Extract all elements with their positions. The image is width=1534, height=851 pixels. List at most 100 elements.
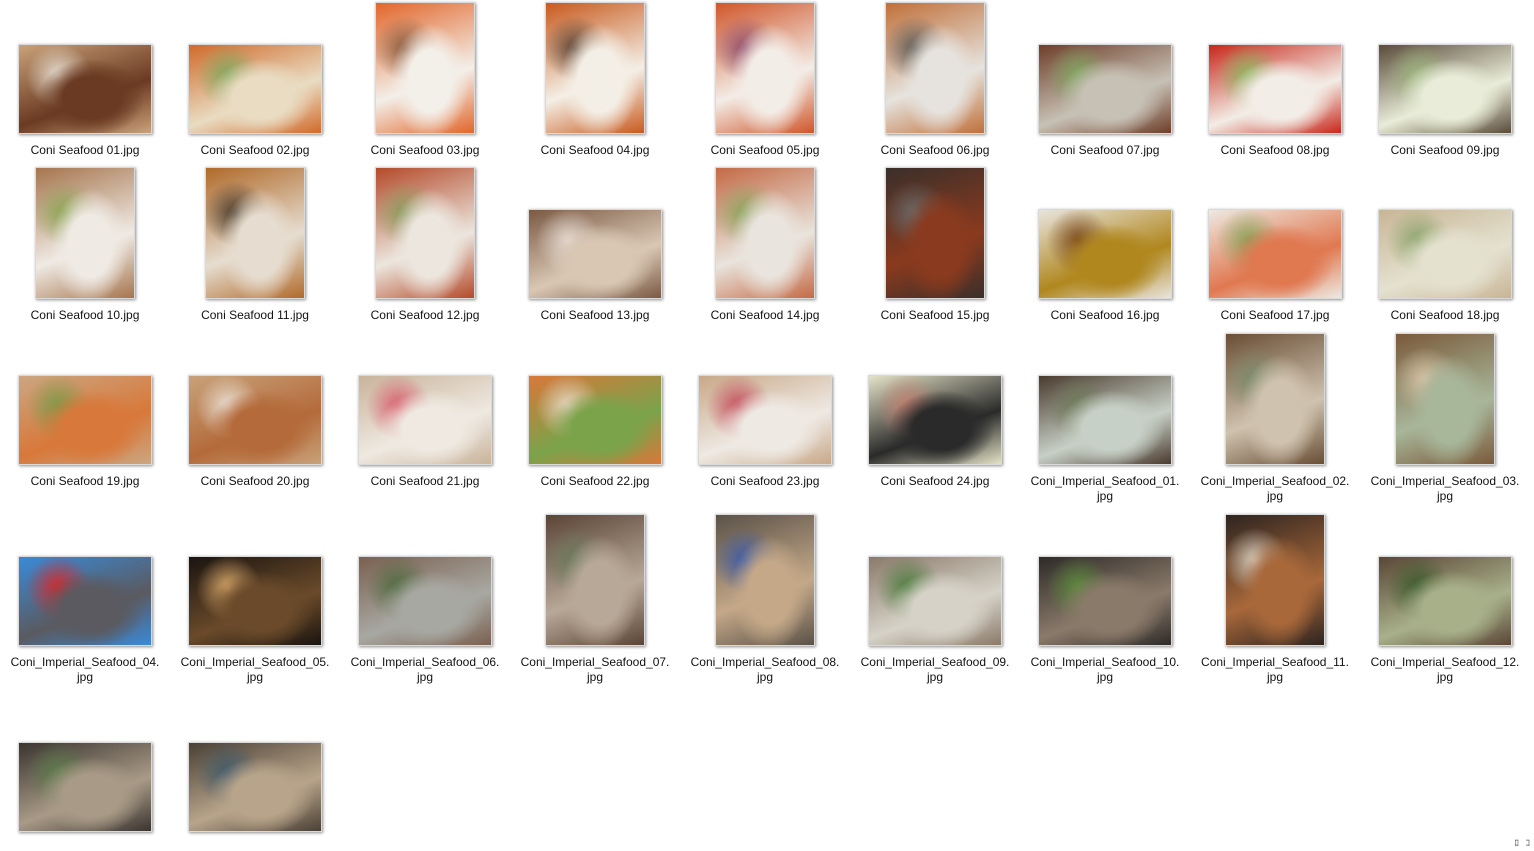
file-item[interactable]: Coni Seafood 19.jpg [10, 333, 160, 489]
file-item[interactable]: Coni Seafood 24.jpg [860, 333, 1010, 489]
file-item[interactable]: Coni_Imperial_Seafood_07.jpg [520, 514, 670, 685]
file-item[interactable]: Coni Seafood 09.jpg [1370, 2, 1520, 158]
image-thumbnail[interactable] [1378, 556, 1512, 646]
thumbnail-slot [180, 333, 330, 467]
image-thumbnail[interactable] [18, 375, 152, 465]
image-thumbnail[interactable] [1378, 209, 1512, 299]
file-item[interactable] [10, 700, 160, 834]
image-thumbnail[interactable] [528, 375, 662, 465]
file-item[interactable]: Coni_Imperial_Seafood_10.jpg [1030, 514, 1180, 685]
file-item[interactable]: Coni Seafood 11.jpg [180, 167, 330, 323]
image-thumbnail[interactable] [1038, 556, 1172, 646]
file-item[interactable]: Coni_Imperial_Seafood_06.jpg [350, 514, 500, 685]
image-thumbnail[interactable] [188, 556, 322, 646]
file-name-label: Coni_Imperial_Seafood_08.jpg [690, 655, 840, 684]
file-item[interactable]: Coni Seafood 20.jpg [180, 333, 330, 489]
file-item[interactable]: Coni_Imperial_Seafood_05.jpg [180, 514, 330, 685]
image-thumbnail[interactable] [1208, 44, 1342, 134]
image-thumbnail[interactable] [18, 556, 152, 646]
file-item[interactable]: Coni Seafood 22.jpg [520, 333, 670, 489]
file-item[interactable]: Coni Seafood 04.jpg [520, 2, 670, 158]
image-thumbnail[interactable] [885, 167, 985, 299]
file-name-label: Coni Seafood 03.jpg [370, 143, 480, 157]
image-thumbnail[interactable] [18, 742, 152, 832]
file-item[interactable]: Coni_Imperial_Seafood_02.jpg [1200, 333, 1350, 504]
file-item[interactable]: Coni Seafood 07.jpg [1030, 2, 1180, 158]
image-thumbnail[interactable] [1225, 333, 1325, 465]
file-item[interactable]: Coni_Imperial_Seafood_04.jpg [10, 514, 160, 685]
file-item[interactable]: Coni Seafood 12.jpg [350, 167, 500, 323]
file-item[interactable]: Coni_Imperial_Seafood_11.jpg [1200, 514, 1350, 685]
file-item[interactable]: Coni Seafood 10.jpg [10, 167, 160, 323]
image-thumbnail[interactable] [885, 2, 985, 134]
thumbnail-slot [1370, 514, 1520, 648]
thumbnail-slot [1370, 333, 1520, 467]
image-thumbnail[interactable] [188, 742, 322, 832]
thumbnail-slot [1200, 2, 1350, 136]
status-corner-indicator: ﾛ⠀ｺ [1514, 839, 1530, 849]
file-item[interactable]: Coni_Imperial_Seafood_09.jpg [860, 514, 1010, 685]
file-name-label: Coni Seafood 12.jpg [370, 308, 480, 322]
file-item[interactable]: Coni Seafood 02.jpg [180, 2, 330, 158]
file-icon-grid: Coni Seafood 01.jpg Coni Seafood 02.jpg Co… [0, 0, 1534, 851]
file-item[interactable]: Coni Seafood 18.jpg [1370, 167, 1520, 323]
thumbnail-slot [690, 514, 840, 648]
file-item[interactable]: Coni Seafood 17.jpg [1200, 167, 1350, 323]
file-item[interactable]: Coni Seafood 05.jpg [690, 2, 840, 158]
file-item[interactable]: Coni Seafood 13.jpg [520, 167, 670, 323]
file-item[interactable]: Coni_Imperial_Seafood_03.jpg [1370, 333, 1520, 504]
image-thumbnail[interactable] [715, 167, 815, 299]
image-thumbnail[interactable] [1208, 209, 1342, 299]
image-thumbnail[interactable] [358, 556, 492, 646]
image-thumbnail[interactable] [358, 375, 492, 465]
file-item[interactable]: Coni_Imperial_Seafood_12.jpg [1370, 514, 1520, 685]
image-thumbnail[interactable] [528, 209, 662, 299]
file-item[interactable]: Coni Seafood 03.jpg [350, 2, 500, 158]
image-thumbnail[interactable] [188, 44, 322, 134]
file-item[interactable]: Coni Seafood 06.jpg [860, 2, 1010, 158]
file-name-label: Coni Seafood 17.jpg [1220, 308, 1330, 322]
image-thumbnail[interactable] [1378, 44, 1512, 134]
image-thumbnail[interactable] [545, 514, 645, 646]
thumbnail-slot [1200, 333, 1350, 467]
image-thumbnail[interactable] [375, 167, 475, 299]
file-item[interactable]: Coni Seafood 16.jpg [1030, 167, 1180, 323]
image-thumbnail[interactable] [205, 167, 305, 299]
file-item[interactable]: Coni Seafood 21.jpg [350, 333, 500, 489]
file-item[interactable]: Coni_Imperial_Seafood_08.jpg [690, 514, 840, 685]
image-thumbnail[interactable] [868, 375, 1002, 465]
image-thumbnail[interactable] [1038, 209, 1172, 299]
image-thumbnail[interactable] [1395, 333, 1495, 465]
image-thumbnail[interactable] [1225, 514, 1325, 646]
file-name-label: Coni Seafood 02.jpg [200, 143, 310, 157]
image-thumbnail[interactable] [545, 2, 645, 134]
thumbnail-slot [860, 514, 1010, 648]
image-thumbnail[interactable] [35, 167, 135, 299]
file-item[interactable]: Coni_Imperial_Seafood_01.jpg [1030, 333, 1180, 504]
image-thumbnail[interactable] [375, 2, 475, 134]
image-thumbnail[interactable] [698, 375, 832, 465]
file-name-label: Coni_Imperial_Seafood_01.jpg [1030, 474, 1180, 503]
thumbnail-slot [1370, 2, 1520, 136]
image-thumbnail[interactable] [1038, 375, 1172, 465]
file-name-label: Coni Seafood 16.jpg [1050, 308, 1160, 322]
image-thumbnail[interactable] [188, 375, 322, 465]
file-name-label: Coni_Imperial_Seafood_12.jpg [1370, 655, 1520, 684]
file-item[interactable]: Coni Seafood 23.jpg [690, 333, 840, 489]
thumbnail-slot [1030, 2, 1180, 136]
thumbnail-slot [1030, 514, 1180, 648]
image-thumbnail[interactable] [715, 2, 815, 134]
file-item[interactable]: Coni Seafood 08.jpg [1200, 2, 1350, 158]
image-thumbnail[interactable] [715, 514, 815, 646]
file-item[interactable] [180, 700, 330, 834]
image-thumbnail[interactable] [1038, 44, 1172, 134]
file-name-label: Coni_Imperial_Seafood_11.jpg [1201, 655, 1349, 684]
file-item[interactable]: Coni Seafood 14.jpg [690, 167, 840, 323]
file-item[interactable]: Coni Seafood 01.jpg [10, 2, 160, 158]
file-name-label: Coni Seafood 14.jpg [710, 308, 820, 322]
image-thumbnail[interactable] [868, 556, 1002, 646]
thumbnail-slot [1200, 514, 1350, 648]
file-name-label: Coni Seafood 23.jpg [710, 474, 820, 488]
image-thumbnail[interactable] [18, 44, 152, 134]
file-item[interactable]: Coni Seafood 15.jpg [860, 167, 1010, 323]
